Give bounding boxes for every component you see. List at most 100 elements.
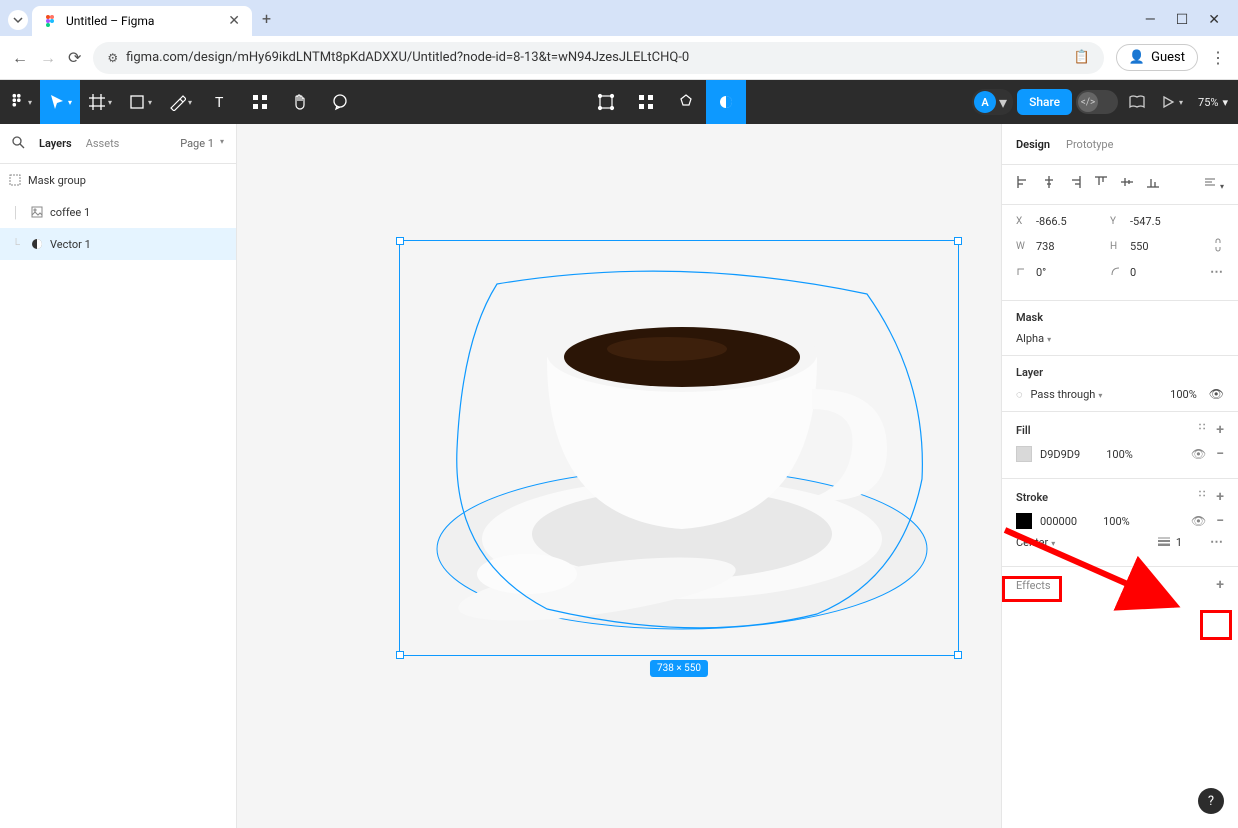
add-fill-icon[interactable]: + <box>1216 422 1224 438</box>
share-button[interactable]: Share <box>1017 89 1072 115</box>
dimensions-badge: 738 × 550 <box>650 660 708 677</box>
layer-label: Vector 1 <box>50 238 91 251</box>
url-text: figma.com/design/mHy69ikdLNTMt8pKdADXXU/… <box>126 50 689 65</box>
library-icon[interactable] <box>1122 80 1152 124</box>
layer-mask-group[interactable]: Mask group <box>0 164 236 196</box>
browser-toolbar: ← → ⟳ ⚙ figma.com/design/mHy69ikdLNTMt8p… <box>0 36 1238 80</box>
align-top-icon[interactable] <box>1094 175 1108 192</box>
h-value[interactable]: 550 <box>1130 240 1204 253</box>
design-tab[interactable]: Design <box>1016 138 1050 151</box>
tab-search-dropdown[interactable] <box>8 10 28 30</box>
url-bar[interactable]: ⚙ figma.com/design/mHy69ikdLNTMt8pKdADXX… <box>93 42 1104 74</box>
radius-value[interactable]: 0 <box>1130 266 1204 279</box>
site-settings-icon[interactable]: ⚙ <box>107 51 118 65</box>
move-tool[interactable]: ▾ <box>40 80 80 124</box>
resize-handle-br[interactable] <box>954 651 962 659</box>
fill-hex[interactable]: D9D9D9 <box>1040 448 1080 461</box>
edit-object-tool[interactable] <box>586 80 626 124</box>
tree-line: └ <box>8 238 24 251</box>
more-align-icon[interactable]: ▾ <box>1203 175 1224 192</box>
tab-title: Untitled – Figma <box>66 14 154 28</box>
align-vcenter-icon[interactable] <box>1120 175 1134 192</box>
prototype-tab[interactable]: Prototype <box>1066 138 1113 151</box>
component-tool[interactable] <box>626 80 666 124</box>
close-tab-icon[interactable]: ✕ <box>228 13 240 29</box>
align-right-icon[interactable] <box>1068 175 1082 192</box>
layers-tab[interactable]: Layers <box>39 137 72 150</box>
user-avatar[interactable]: A <box>974 91 996 113</box>
stroke-more-icon[interactable]: ⋯ <box>1210 535 1224 550</box>
clipboard-icon[interactable]: 📋 <box>1074 50 1090 65</box>
maximize-icon[interactable]: ☐ <box>1176 12 1189 28</box>
blend-mode-icon[interactable]: ◌ <box>1016 388 1023 401</box>
close-window-icon[interactable]: ✕ <box>1208 12 1220 28</box>
vector-mask-icon <box>30 237 44 251</box>
figma-icon <box>44 14 58 28</box>
window-controls: ― ☐ ✕ <box>1145 12 1220 28</box>
align-left-icon[interactable] <box>1016 175 1030 192</box>
present-button[interactable]: ▾ <box>1156 80 1186 124</box>
layer-opacity[interactable]: 100% <box>1170 388 1197 401</box>
mask-tool[interactable] <box>666 80 706 124</box>
mask-mode-select[interactable]: Alpha▾ <box>1016 332 1051 345</box>
mask-section-title: Mask <box>1016 311 1043 324</box>
blend-mode-select[interactable]: Pass through▾ <box>1031 388 1103 401</box>
reload-button[interactable]: ⟳ <box>68 48 81 67</box>
chevron-down-icon[interactable]: ▾ <box>999 93 1007 112</box>
layer-vector[interactable]: └ Vector 1 <box>0 228 236 260</box>
new-tab-button[interactable]: + <box>262 9 271 28</box>
minimize-icon[interactable]: ― <box>1145 12 1156 28</box>
add-stroke-icon[interactable]: + <box>1216 489 1224 505</box>
remove-fill-icon[interactable]: − <box>1216 446 1224 462</box>
page-selector[interactable]: Page 1▾ <box>180 137 224 150</box>
w-value[interactable]: 738 <box>1036 240 1110 253</box>
rotation-value[interactable]: 0° <box>1036 266 1110 279</box>
code-icon: </> <box>1078 92 1098 112</box>
layer-label: Mask group <box>28 174 86 187</box>
constrain-proportions-icon[interactable] <box>1212 238 1224 255</box>
zoom-control[interactable]: 75%▾ <box>1198 96 1228 109</box>
remove-stroke-icon[interactable]: − <box>1216 513 1224 529</box>
resources-tool[interactable] <box>240 80 280 124</box>
w-label: W <box>1016 241 1036 252</box>
more-options-icon[interactable]: ⋯ <box>1210 265 1224 280</box>
annotation-box-remove-stroke <box>1200 610 1232 640</box>
y-value[interactable]: -547.5 <box>1130 215 1204 228</box>
selection-bounding-box[interactable]: 738 × 550 <box>399 240 959 656</box>
back-button[interactable]: ← <box>12 48 28 68</box>
dev-mode-toggle[interactable]: </> <box>1076 90 1118 114</box>
forward-button[interactable]: → <box>40 48 56 68</box>
boolean-tool[interactable] <box>706 80 746 124</box>
comment-tool[interactable] <box>320 80 360 124</box>
search-icon[interactable] <box>12 136 25 152</box>
align-bottom-icon[interactable] <box>1146 175 1160 192</box>
stroke-section-title: Stroke <box>1016 491 1048 504</box>
hand-tool[interactable] <box>280 80 320 124</box>
resize-handle-tr[interactable] <box>954 237 962 245</box>
image-layer-icon <box>30 205 44 219</box>
layer-coffee[interactable]: │ coffee 1 <box>0 196 236 228</box>
text-tool[interactable]: T <box>200 80 240 124</box>
browser-tab[interactable]: Untitled – Figma ✕ <box>32 6 252 36</box>
align-hcenter-icon[interactable] <box>1042 175 1056 192</box>
fill-opacity[interactable]: 100% <box>1106 448 1133 461</box>
frame-tool[interactable]: ▾ <box>80 80 120 124</box>
resize-handle-bl[interactable] <box>396 651 404 659</box>
assets-tab[interactable]: Assets <box>86 137 120 150</box>
help-button[interactable]: ? <box>1198 788 1224 814</box>
browser-menu-icon[interactable]: ⋮ <box>1210 48 1226 67</box>
pen-tool[interactable]: ▾ <box>160 80 200 124</box>
person-icon: 👤 <box>1129 50 1145 65</box>
resize-handle-tl[interactable] <box>396 237 404 245</box>
main-menu-button[interactable]: ▾ <box>0 80 40 124</box>
add-effect-icon[interactable]: + <box>1216 577 1224 593</box>
shape-tool[interactable]: ▾ <box>120 80 160 124</box>
visibility-toggle-icon[interactable]: 👁 <box>1209 387 1224 401</box>
canvas[interactable]: 738 × 550 <box>237 124 1001 828</box>
styles-icon[interactable]: ∷ <box>1199 422 1206 438</box>
fill-visibility-icon[interactable]: 👁 <box>1191 447 1206 461</box>
styles-icon[interactable]: ∷ <box>1199 489 1206 505</box>
x-value[interactable]: -866.5 <box>1036 215 1110 228</box>
fill-swatch[interactable] <box>1016 446 1032 462</box>
profile-button[interactable]: 👤 Guest <box>1116 44 1198 71</box>
